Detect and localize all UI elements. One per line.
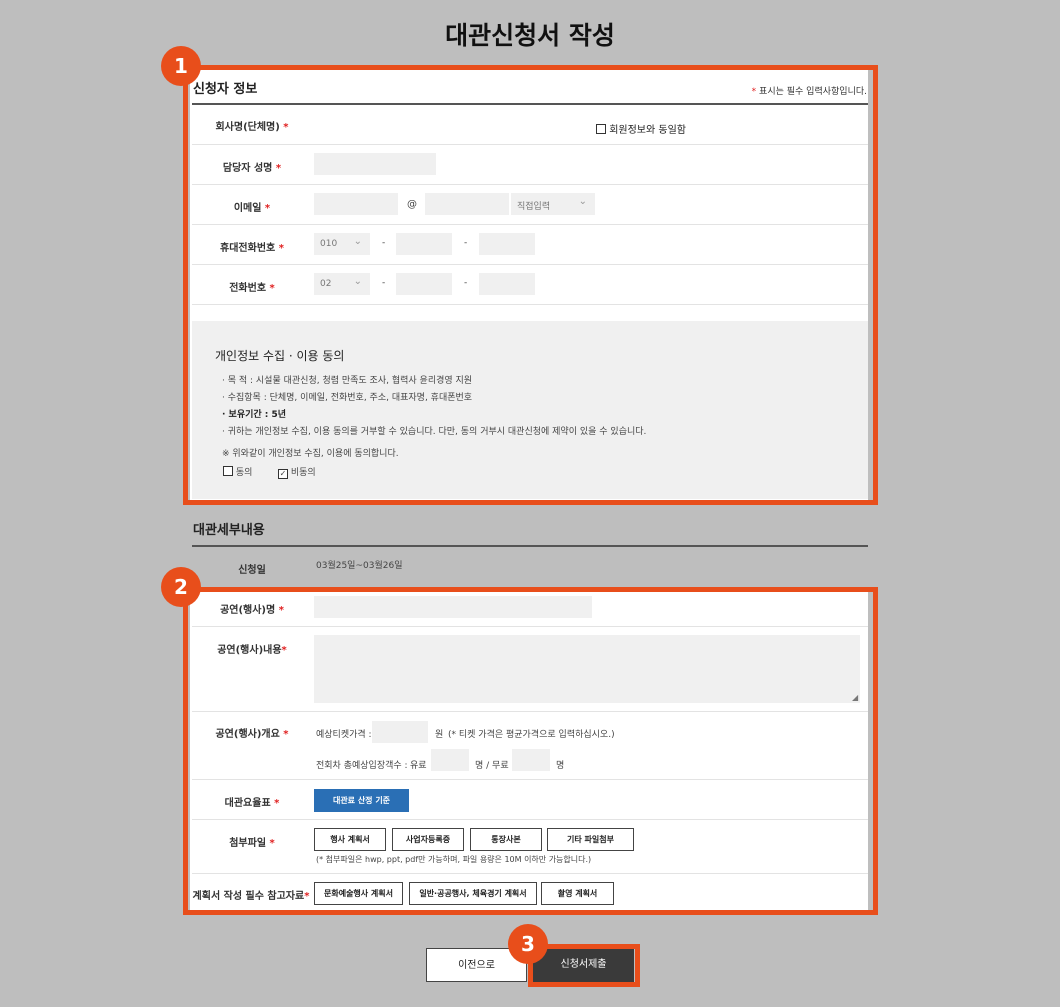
highlight-details (183, 587, 878, 915)
details-section-title: 대관세부내용 (193, 523, 265, 538)
callout-badge-3: 3 (508, 924, 548, 964)
date-value: 03월25일~03월26일 (316, 561, 403, 571)
page-title: 대관신청서 작성 (445, 21, 615, 50)
date-label: 신청일 (238, 565, 266, 576)
callout-badge-2: 2 (161, 567, 201, 607)
details-divider (192, 545, 868, 547)
highlight-applicant (183, 65, 878, 505)
callout-badge-1: 1 (161, 46, 201, 86)
